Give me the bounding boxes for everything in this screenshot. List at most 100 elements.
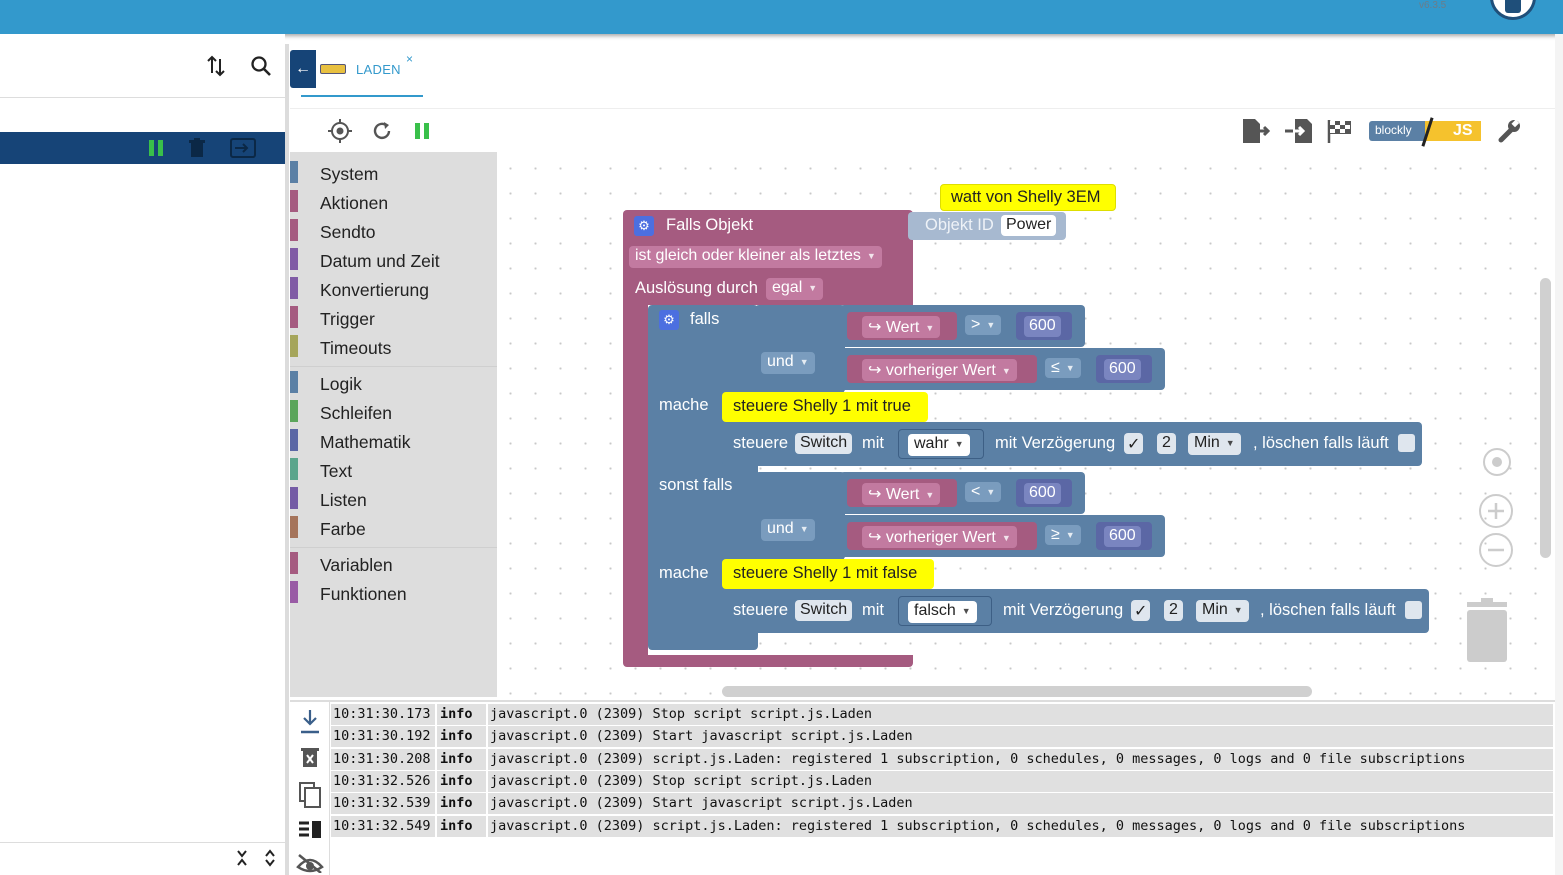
search-icon[interactable] [249, 54, 273, 78]
category-label: System [320, 164, 379, 184]
prev-value-dropdown-2[interactable]: ↪ vorheriger Wert ▼ [862, 526, 1017, 548]
condition-dropdown[interactable]: ist gleich oder kleiner als letztes ▼ [629, 246, 882, 268]
toolbox-category-1-4[interactable]: Datum und Zeit [290, 245, 497, 271]
object-id-label: Objekt ID [925, 216, 994, 234]
comment-text: watt von Shelly 3EM [951, 188, 1101, 206]
toolbox-category-1-2[interactable]: Aktionen [290, 187, 497, 213]
unit-dropdown-2[interactable]: Min ▼ [1196, 600, 1249, 622]
number-3[interactable]: 600 [1024, 483, 1061, 504]
do-label-1: mache [659, 396, 709, 414]
number-2[interactable]: 600 [1104, 359, 1141, 380]
pause-script-icon[interactable] [413, 120, 431, 142]
and-block-2[interactable] [755, 472, 845, 560]
center-workspace-icon[interactable] [1480, 445, 1514, 479]
log-message: javascript.0 (2309) Start javascript scr… [490, 795, 913, 812]
panel-divider[interactable] [285, 44, 289, 875]
number-4[interactable]: 600 [1104, 526, 1141, 547]
toolbox-category-1-1[interactable]: System [290, 158, 497, 184]
toolbox-category-3-2[interactable]: Funktionen [290, 578, 497, 604]
delete-icon[interactable] [187, 137, 207, 159]
copy-icon[interactable] [297, 782, 323, 808]
log-column-separator [486, 793, 488, 815]
prev-value-dropdown-1[interactable]: ↪ vorheriger Wert ▼ [862, 359, 1017, 381]
category-color-swatch [290, 516, 298, 538]
clear-checkbox-1[interactable] [1398, 434, 1415, 452]
value-dropdown-1[interactable]: ↪ Wert ▼ [862, 316, 941, 338]
trigger-by-dropdown[interactable]: egal ▼ [766, 278, 824, 300]
delay-checkbox-1[interactable]: ✓ [1124, 433, 1144, 454]
clear-log-icon[interactable] [299, 746, 321, 768]
delay-value-2[interactable]: 2 [1164, 600, 1183, 621]
blockly-to-js-button[interactable]: blockly JS [1369, 117, 1481, 147]
log-level: info [440, 728, 473, 745]
tab-laden[interactable]: LADEN [356, 62, 401, 77]
category-color-swatch [290, 335, 298, 357]
with-label-2: mit [862, 601, 884, 619]
locate-icon[interactable] [327, 118, 353, 144]
and-dropdown-1[interactable]: und ▼ [761, 352, 815, 374]
value-dropdown-2[interactable]: ↪ Wert ▼ [862, 483, 941, 505]
object-id-value[interactable]: Power [1001, 215, 1057, 236]
check-flag-icon[interactable] [1325, 117, 1355, 145]
do-label-2: mache [659, 564, 709, 582]
log-level: info [440, 706, 473, 722]
right-edge [1555, 34, 1563, 875]
vertical-scrollbar[interactable] [1540, 278, 1551, 558]
toolbox-category-2-6[interactable]: Farbe [290, 513, 497, 539]
and-dropdown-2[interactable]: und ▼ [761, 519, 815, 541]
toolbox-category-1-6[interactable]: Trigger [290, 303, 497, 329]
back-button[interactable]: ← [290, 50, 316, 88]
number-1[interactable]: 600 [1024, 316, 1061, 337]
trash-icon[interactable] [1463, 598, 1511, 662]
compare-op-4[interactable]: ≥ ▼ [1045, 525, 1081, 545]
toolbox-category-1-5[interactable]: Konvertierung [290, 274, 497, 300]
scroll-down-icon[interactable] [298, 708, 322, 734]
if-gear-icon[interactable]: ⚙ [659, 310, 679, 330]
and-block-1[interactable] [755, 305, 845, 393]
horizontal-scrollbar[interactable] [722, 686, 1312, 697]
sort-icon[interactable] [204, 54, 228, 78]
export-icon[interactable] [229, 137, 257, 159]
delay-checkbox-2[interactable]: ✓ [1131, 600, 1151, 621]
expand-all-icon[interactable] [262, 848, 278, 868]
blockly-toolbox: System Aktionen Sendto Datum und Zeit Konver… [290, 152, 497, 697]
toolbox-category-1-7[interactable]: Timeouts [290, 332, 497, 358]
clear-checkbox-2[interactable] [1405, 601, 1422, 619]
hide-icon[interactable] [296, 852, 324, 874]
toolbox-category-2-2[interactable]: Schleifen [290, 397, 497, 423]
import-blocks-icon[interactable] [1283, 117, 1315, 145]
wrench-icon[interactable] [1495, 118, 1523, 144]
toolbox-category-3-1[interactable]: Variablen [290, 549, 497, 575]
export-blocks-icon[interactable] [1240, 117, 1272, 145]
collapse-all-icon[interactable] [234, 848, 250, 868]
log-view-icon[interactable] [297, 819, 323, 841]
pause-icon[interactable] [146, 137, 166, 159]
elseif-label: sonst falls [659, 476, 733, 494]
toolbox-category-2-5[interactable]: Listen [290, 484, 497, 510]
zoom-in-icon[interactable] [1478, 493, 1514, 529]
log-column-separator [435, 748, 437, 770]
user-avatar[interactable] [1490, 0, 1536, 20]
toolbox-category-2-4[interactable]: Text [290, 455, 497, 481]
compare-op-1[interactable]: > ▼ [965, 315, 1002, 335]
if-label: falls [690, 310, 720, 328]
bool-dropdown-2[interactable]: falsch ▼ [908, 601, 977, 623]
restart-icon[interactable] [370, 118, 394, 144]
bool-dropdown-1[interactable]: wahr ▼ [908, 434, 970, 456]
control-target-2[interactable]: Switch [795, 600, 853, 621]
toolbox-category-2-3[interactable]: Mathematik [290, 426, 497, 452]
comment-block[interactable]: watt von Shelly 3EM [940, 184, 1116, 211]
compare-op-3[interactable]: < ▼ [965, 482, 1002, 502]
compare-op-2[interactable]: ≤ ▼ [1045, 358, 1081, 378]
delay-value-1[interactable]: 2 [1157, 433, 1176, 454]
gear-icon[interactable]: ⚙ [634, 216, 654, 236]
zoom-out-icon[interactable] [1478, 532, 1514, 568]
toolbox-category-2-1[interactable]: Logik [290, 368, 497, 394]
toolbox-category-1-3[interactable]: Sendto [290, 216, 497, 242]
category-color-swatch [290, 219, 298, 241]
tab-close-icon[interactable]: × [406, 52, 413, 66]
log-toolbar [290, 702, 330, 875]
control-target-1[interactable]: Switch [795, 433, 853, 454]
unit-dropdown-1[interactable]: Min ▼ [1188, 433, 1241, 455]
selected-script-row[interactable] [0, 132, 285, 164]
